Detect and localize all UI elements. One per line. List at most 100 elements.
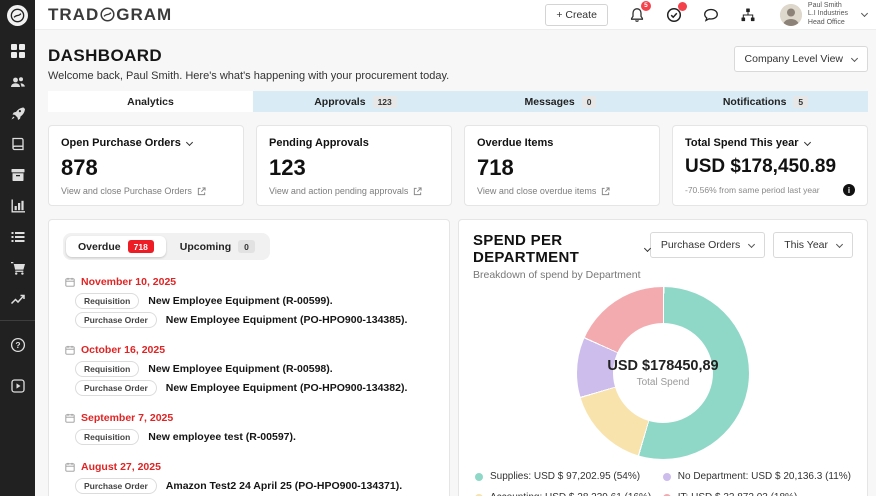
card-note: -70.56% from same period last yeari xyxy=(685,184,855,196)
legend-label: Accounting: USD $ 28,239.61 (16%) xyxy=(490,492,651,496)
help-icon[interactable]: ? xyxy=(0,329,35,360)
tab-overdue[interactable]: Overdue 718 xyxy=(66,236,166,257)
bell-badge: 5 xyxy=(641,1,651,11)
stat-cards: Open Purchase Orders 878 View and close … xyxy=(48,125,868,206)
activity-item-text: Amazon Test2 24 April 25 (PO-HPO900-1343… xyxy=(166,480,402,492)
external-link-icon xyxy=(601,187,610,196)
tab-notifications[interactable]: Notifications5 xyxy=(663,91,868,112)
activity-item[interactable]: Purchase Order New Employee Equipment (P… xyxy=(75,378,435,397)
activity-date-row: November 10, 2025 xyxy=(65,272,435,291)
org-hierarchy-icon[interactable] xyxy=(739,6,757,24)
activity-item-text: New Employee Equipment (R-00599). xyxy=(148,295,332,307)
card-title: Overdue Items xyxy=(477,137,647,149)
legend-item: IT: USD $ 32,872.03 (18%) xyxy=(663,492,851,496)
card-link[interactable]: View and close overdue items xyxy=(477,186,647,196)
upcoming-count-badge: 0 xyxy=(238,240,255,253)
card-title[interactable]: Total Spend This year xyxy=(685,137,855,149)
messages-chat-icon[interactable] xyxy=(702,6,720,24)
external-link-icon xyxy=(413,187,422,196)
card-link-text: View and close overdue items xyxy=(477,186,596,196)
spend-title[interactable]: SPEND PER DEPARTMENT xyxy=(473,232,650,266)
page-subtitle: Welcome back, Paul Smith. Here's what's … xyxy=(48,70,449,82)
card-title[interactable]: Open Purchase Orders xyxy=(61,137,231,149)
chevron-down-icon xyxy=(186,138,193,145)
info-icon[interactable]: i xyxy=(843,184,855,196)
user-menu[interactable]: Paul Smith L.I Industries Head Office xyxy=(780,2,867,28)
video-tutorials-icon[interactable] xyxy=(0,370,35,401)
activity-date-group: September 7, 2025 Requisition New employ… xyxy=(65,408,435,446)
card-title: Pending Approvals xyxy=(269,137,439,149)
brand-logo[interactable]: TRAD GRAM xyxy=(48,5,172,25)
card-link[interactable]: View and close Purchase Orders xyxy=(61,186,231,196)
legend-label: Supplies: USD $ 97,202.95 (54%) xyxy=(490,471,640,482)
activity-item-type-badge: Requisition xyxy=(75,293,139,309)
tab-label: Approvals xyxy=(314,96,365,108)
activity-item[interactable]: Purchase Order New Employee Equipment (P… xyxy=(75,310,435,329)
company-level-view-select[interactable]: Company Level View xyxy=(734,46,868,72)
card-link[interactable]: View and action pending approvals xyxy=(269,186,439,196)
tradogram-logo-icon[interactable] xyxy=(7,5,28,26)
pill-label: Upcoming xyxy=(180,241,231,253)
activity-date: November 10, 2025 xyxy=(81,276,176,288)
activity-date-row: September 7, 2025 xyxy=(65,408,435,427)
card-title-text: Open Purchase Orders xyxy=(61,137,181,149)
dashboard-grid-icon[interactable] xyxy=(0,35,35,66)
bar-chart-icon[interactable] xyxy=(0,190,35,221)
tab-analytics[interactable]: Analytics xyxy=(48,91,253,112)
header-actions: + Create 5 Paul Smith L.I Industries Hea… xyxy=(545,2,867,28)
activity-date-row: October 16, 2025 xyxy=(65,340,435,359)
tab-upcoming[interactable]: Upcoming 0 xyxy=(168,236,267,257)
activity-item[interactable]: Purchase Order Amazon Test2 24 April 25 … xyxy=(75,476,435,495)
users-icon[interactable] xyxy=(0,66,35,97)
document-type-value: Purchase Orders xyxy=(661,239,740,251)
activity-item[interactable]: Requisition New Employee Equipment (R-00… xyxy=(75,291,435,310)
overdue-count-badge: 718 xyxy=(128,240,154,253)
user-info: Paul Smith L.I Industries Head Office xyxy=(808,2,848,28)
activity-item-type-badge: Requisition xyxy=(75,429,139,445)
activity-panel: Overdue 718 Upcoming 0 November 10, 2025 R… xyxy=(48,219,450,496)
activity-item-type-badge: Requisition xyxy=(75,361,139,377)
approvals-check-icon[interactable] xyxy=(665,6,683,24)
tab-badge: 5 xyxy=(793,96,808,108)
card-open-purchase-orders: Open Purchase Orders 878 View and close … xyxy=(48,125,244,206)
activity-tabs: Overdue 718 Upcoming 0 xyxy=(63,233,270,260)
spend-subtitle: Breakdown of spend by Department xyxy=(473,269,650,281)
user-office: Head Office xyxy=(808,19,848,28)
tab-messages[interactable]: Messages0 xyxy=(458,91,663,112)
chevron-down-icon xyxy=(803,138,810,145)
trend-line-icon[interactable] xyxy=(0,283,35,314)
legend-item: Accounting: USD $ 28,239.61 (16%) xyxy=(475,492,663,496)
card-link-text: View and close Purchase Orders xyxy=(61,186,192,196)
donut-center-label: Total Spend xyxy=(637,377,690,388)
pill-label: Overdue xyxy=(78,241,121,253)
activity-item[interactable]: Requisition New Employee Equipment (R-00… xyxy=(75,359,435,378)
notifications-bell-icon[interactable]: 5 xyxy=(628,6,646,24)
period-select[interactable]: This Year xyxy=(773,232,853,258)
donut-center-value: USD $178450,89 xyxy=(607,358,718,374)
brand-text-left: TRAD xyxy=(48,5,99,25)
company-level-view-value: Company Level View xyxy=(745,53,843,65)
legend-label: IT: USD $ 32,872.03 (18%) xyxy=(678,492,798,496)
activity-date: September 7, 2025 xyxy=(81,412,173,424)
external-link-icon xyxy=(197,187,206,196)
card-value: USD $178,450.89 xyxy=(685,156,855,178)
approvals-badge-dot xyxy=(678,2,687,11)
list-icon[interactable] xyxy=(0,221,35,252)
card-title-text: Total Spend This year xyxy=(685,137,799,149)
document-type-select[interactable]: Purchase Orders xyxy=(650,232,765,258)
page-title: DASHBOARD xyxy=(48,46,449,66)
archive-icon[interactable] xyxy=(0,159,35,190)
brand-text-right: GRAM xyxy=(116,5,172,25)
rocket-icon[interactable] xyxy=(0,97,35,128)
book-icon[interactable] xyxy=(0,128,35,159)
main-content: DASHBOARD Welcome back, Paul Smith. Here… xyxy=(35,30,876,496)
cart-icon[interactable] xyxy=(0,252,35,283)
activity-item[interactable]: Requisition New employee test (R-00597). xyxy=(75,427,435,446)
chevron-down-icon xyxy=(836,240,843,247)
calendar-icon xyxy=(65,413,75,423)
card-link-text: View and action pending approvals xyxy=(269,186,408,196)
create-button[interactable]: + Create xyxy=(545,4,608,26)
tab-approvals[interactable]: Approvals123 xyxy=(253,91,458,112)
calendar-icon xyxy=(65,462,75,472)
card-pending-approvals: Pending Approvals 123 View and action pe… xyxy=(256,125,452,206)
